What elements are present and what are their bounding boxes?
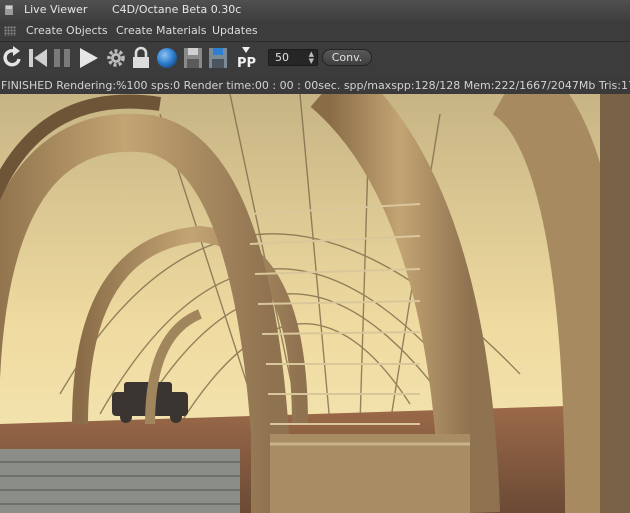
- spinner-arrows-icon[interactable]: ▲ ▼: [309, 51, 314, 65]
- menu-updates[interactable]: Updates: [212, 24, 258, 37]
- grip-icon[interactable]: [4, 26, 16, 36]
- menu-create-materials[interactable]: Create Materials: [116, 24, 206, 37]
- pause-icon[interactable]: [51, 44, 75, 72]
- svg-text:PP: PP: [237, 56, 256, 71]
- play-icon[interactable]: [77, 44, 101, 72]
- conv-button[interactable]: Conv.: [322, 49, 372, 66]
- render-viewport[interactable]: [0, 94, 630, 513]
- title-bar: Live Viewer C4D/Octane Beta 0.30c: [0, 0, 630, 22]
- refresh-icon[interactable]: [1, 44, 25, 72]
- gear-icon[interactable]: [104, 44, 128, 72]
- lock-icon[interactable]: [129, 44, 153, 72]
- menu-bar: Create Objects Create Materials Updates: [0, 21, 630, 42]
- render-image: [0, 94, 630, 513]
- menu-create-objects[interactable]: Create Objects: [26, 24, 108, 37]
- pp-icon[interactable]: PP: [236, 44, 260, 72]
- samples-spinner[interactable]: 50 ▲ ▼: [268, 49, 318, 66]
- window-title: Live Viewer: [24, 3, 88, 16]
- sphere-icon[interactable]: [155, 44, 179, 72]
- samples-value: 50: [275, 51, 289, 64]
- skip-back-icon[interactable]: [26, 44, 50, 72]
- save-alt-icon[interactable]: [206, 44, 230, 72]
- window-subtitle: C4D/Octane Beta 0.30c: [112, 3, 242, 16]
- save-icon[interactable]: [181, 44, 205, 72]
- status-line: FINISHED Rendering:%100 sps:0 Render tim…: [0, 78, 630, 94]
- window-icon: [4, 4, 14, 16]
